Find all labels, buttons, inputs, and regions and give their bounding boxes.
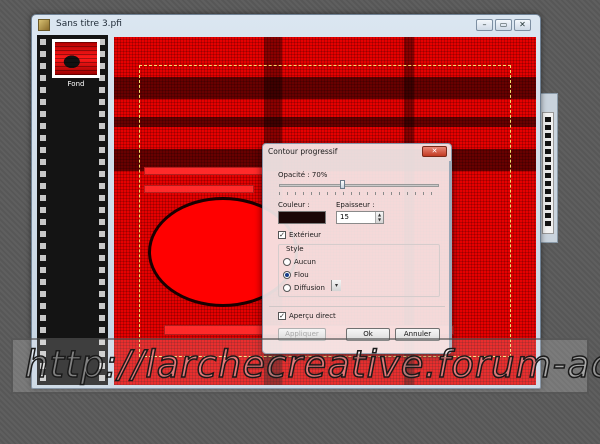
style-radio-aucun[interactable]	[283, 258, 291, 266]
style-option-label: Flou	[294, 271, 309, 279]
style-option-label: Diffusion	[294, 284, 325, 292]
layer-thumbnail-image	[55, 42, 97, 75]
background-film-strip	[545, 117, 551, 227]
thickness-spinbox[interactable]: 15 ▲ ▼	[336, 211, 384, 224]
exterior-label: Extérieur	[289, 231, 322, 239]
thickness-label: Epaisseur :	[336, 201, 375, 209]
style-group-title: Style	[286, 245, 304, 253]
film-perforations-left	[40, 35, 46, 385]
style-radio-diffusion[interactable]	[283, 284, 291, 292]
dialog-right-edge	[449, 161, 452, 351]
opacity-slider-thumb[interactable]	[339, 180, 345, 189]
thickness-value: 15	[340, 213, 349, 221]
dialog-separator	[269, 306, 445, 307]
window-titlebar[interactable]: Sans titre 3.pfi – ▭ ✕	[32, 15, 540, 35]
layers-panel: Fond	[37, 35, 108, 385]
maximize-button[interactable]: ▭	[495, 19, 512, 31]
layer-name: Fond	[67, 80, 85, 88]
dialog-title: Contour progressif	[268, 147, 338, 156]
opacity-slider-ticks	[279, 192, 439, 195]
layer-thumbnail[interactable]	[52, 39, 100, 78]
spin-arrows-icon[interactable]: ▲ ▼	[375, 212, 383, 223]
window-title: Sans titre 3.pfi	[56, 19, 122, 29]
exterior-checkbox[interactable]: ✓	[278, 231, 286, 239]
color-label: Couleur :	[278, 201, 310, 209]
close-button[interactable]: ✕	[514, 19, 531, 31]
color-picker[interactable]: ▾	[278, 211, 341, 291]
app-icon	[38, 19, 50, 31]
background-window-content	[542, 112, 554, 234]
live-preview-checkbox[interactable]: ✓	[278, 312, 286, 320]
opacity-label: Opacité : 70%	[278, 171, 328, 179]
live-preview-label: Aperçu direct	[289, 312, 336, 320]
watermark-text: http://larchecreative.forum-actif.net/	[24, 342, 600, 387]
progressive-contour-dialog[interactable]: Contour progressif ✕ Opacité : 70% Coule…	[262, 143, 452, 354]
dialog-close-button[interactable]: ✕	[422, 146, 447, 157]
style-option-label: Aucun	[294, 258, 316, 266]
style-radio-flou[interactable]	[283, 271, 291, 279]
dialog-titlebar[interactable]: Contour progressif ✕	[263, 144, 451, 160]
minimize-button[interactable]: –	[476, 19, 493, 31]
opacity-slider-track[interactable]	[279, 184, 439, 187]
